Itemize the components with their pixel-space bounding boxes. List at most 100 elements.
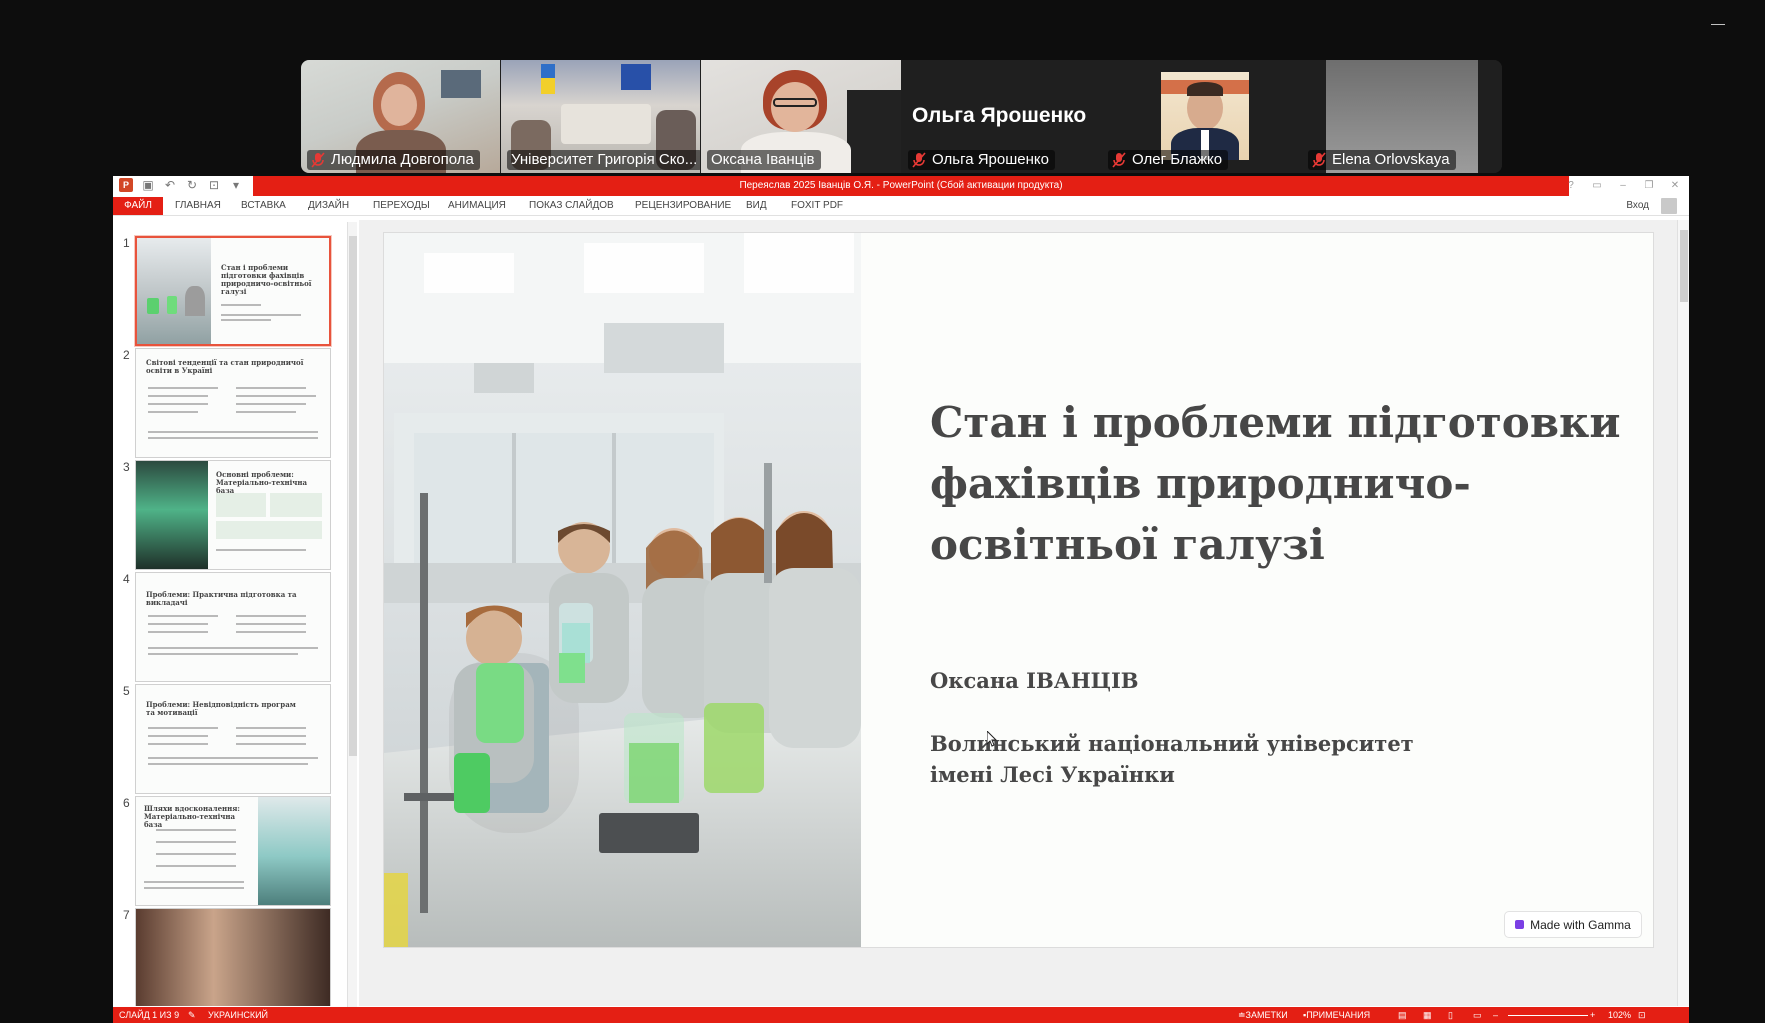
slide-thumbnail-7[interactable] [135, 908, 331, 1006]
window-restore-icon[interactable]: ❐ [1643, 178, 1655, 194]
gamma-badge-label: Made with Gamma [1530, 917, 1631, 932]
participant-name-tag: Людмила Довгопола [307, 150, 480, 170]
normal-view-icon[interactable]: ▤ [1398, 1007, 1407, 1023]
meeting-minimize-button[interactable]: — [1708, 16, 1728, 30]
slide-thumbnail-1[interactable]: Стан і проблеми підготовки фахівців прир… [135, 236, 331, 346]
window-minimize-icon[interactable]: – [1617, 178, 1629, 194]
mic-off-icon [311, 152, 325, 168]
thumbnail-number: 4 [123, 572, 130, 586]
thumbnails-scrollbar[interactable] [347, 222, 357, 1008]
help-icon[interactable]: ? [1565, 178, 1577, 194]
redo-icon[interactable]: ↻ [185, 178, 199, 192]
thumbnail-number: 2 [123, 348, 130, 362]
zoom-level[interactable]: 102% [1608, 1007, 1631, 1023]
window-title: Переяслав 2025 Іванців О.Я. - PowerPoint… [739, 180, 1063, 191]
participant-name-tag: Олег Блажко [1108, 150, 1229, 170]
slide-author[interactable]: Оксана ІВАНЦІВ [930, 668, 1139, 693]
made-with-gamma-badge[interactable]: Made with Gamma [1504, 911, 1642, 938]
participant-name-tag: Elena Orlovskaya [1308, 150, 1456, 170]
slide-thumbnails-pane: 1 Стан і проблеми підготовки фахівців пр… [113, 220, 359, 1006]
tab-transitions[interactable]: ПЕРЕХОДЫ [373, 196, 430, 216]
slide-thumbnail-6[interactable]: Шляхи вдосконалення: Матеріально-технічн… [135, 796, 331, 906]
spellcheck-icon[interactable]: ✎ [188, 1007, 196, 1023]
slide-counter: СЛАЙД 1 ИЗ 9 [119, 1010, 180, 1020]
current-slide[interactable]: Стан і проблеми підготовки фахівців прир… [383, 232, 1654, 948]
participant-tile[interactable]: Людмила Довгопола [301, 60, 500, 173]
language-indicator[interactable]: УКРАИНСКИЙ [208, 1007, 268, 1023]
sign-in-link[interactable]: Вход [1626, 196, 1649, 216]
undo-icon[interactable]: ↶ [163, 178, 177, 192]
thumbnail-number: 3 [123, 460, 130, 474]
powerpoint-logo-icon: P [119, 178, 133, 192]
reading-view-icon[interactable]: ▯ [1448, 1007, 1453, 1023]
slide-thumbnail-5[interactable]: Проблеми: Невідповідність програм та мот… [135, 684, 331, 794]
start-slideshow-icon[interactable]: ⊡ [207, 178, 221, 192]
tab-design[interactable]: ДИЗАЙН [308, 196, 349, 216]
mouse-cursor-icon [987, 731, 997, 747]
thumbnail-photo [258, 797, 330, 905]
ribbon-display-icon[interactable]: ▭ [1591, 178, 1603, 194]
slide-thumbnail-2[interactable]: Світові тенденції та стан природничої ос… [135, 348, 331, 458]
slide-sorter-icon[interactable]: ▦ [1423, 1007, 1432, 1023]
thumbnail-photo [137, 238, 211, 344]
tab-insert[interactable]: ВСТАВКА [241, 196, 286, 216]
participant-video [1161, 72, 1249, 160]
fit-to-window-icon[interactable]: ⊡ [1638, 1007, 1646, 1023]
participants-strip: Людмила Довгопола Університет Григорія С… [301, 60, 1502, 173]
participant-tile[interactable]: Олег Блажко [1102, 60, 1301, 173]
comments-button[interactable]: ▪ ПРИМЕЧАНИЯ [1303, 1007, 1370, 1023]
zoom-slider[interactable] [1508, 1015, 1588, 1016]
powerpoint-window: Переяслав 2025 Іванців О.Я. - PowerPoint… [113, 176, 1689, 1023]
mic-off-icon [1312, 152, 1326, 168]
notes-button[interactable]: ≐ ЗАМЕТКИ [1238, 1007, 1288, 1023]
thumbnail-number: 6 [123, 796, 130, 810]
slideshow-view-icon[interactable]: ▭ [1473, 1007, 1482, 1023]
window-controls: ? ▭ – ❐ ✕ [1565, 178, 1681, 194]
slide-scrollbar[interactable] [1677, 220, 1689, 1006]
thumbnail-photo [136, 461, 208, 569]
thumbnail-title: Стан і проблеми підготовки фахівців прир… [221, 263, 312, 296]
mic-off-icon [912, 152, 926, 168]
slide-university-line: Волинський національний університет [930, 731, 1414, 756]
ribbon-tabs: ФАЙЛ ГЛАВНАЯ ВСТАВКА ДИЗАЙН ПЕРЕХОДЫ АНИ… [113, 196, 1689, 216]
tab-view[interactable]: ВИД [746, 196, 767, 216]
participant-tile-active-speaker[interactable]: Оксана Іванців [701, 60, 901, 173]
thumbnail-number: 7 [123, 908, 130, 922]
participant-name-tag: Оксана Іванців [707, 150, 821, 170]
thumbnail-number: 1 [123, 236, 130, 250]
slide-university[interactable]: Волинський національний університет імен… [930, 728, 1550, 790]
laboratory-photo [384, 233, 861, 947]
customize-toolbar-icon[interactable]: ▾ [229, 178, 243, 192]
status-bar: СЛАЙД 1 ИЗ 9 ✎ УКРАИНСКИЙ ≐ ЗАМЕТКИ ▪ ПР… [113, 1007, 1689, 1023]
save-icon[interactable]: ▣ [141, 178, 155, 192]
participant-name-tag: Ольга Ярошенко [908, 150, 1055, 170]
slide-thumbnail-4[interactable]: Проблеми: Практична підготовка та виклад… [135, 572, 331, 682]
participant-tile[interactable]: Elena Orlovskaya [1302, 60, 1502, 173]
tab-file[interactable]: ФАЙЛ [113, 197, 163, 215]
tab-foxit-pdf[interactable]: FOXIT PDF [791, 196, 843, 216]
window-close-icon[interactable]: ✕ [1669, 178, 1681, 194]
user-avatar-icon[interactable] [1661, 198, 1677, 214]
thumbnail-number: 5 [123, 684, 130, 698]
slide-university-line: імені Лесі Українки [930, 762, 1175, 787]
participant-tile[interactable]: Ольга Ярошенко Ольга Ярошенко [902, 60, 1101, 173]
thumbnail-title: Світові тенденції та стан природничої ос… [146, 358, 304, 375]
tab-review[interactable]: РЕЦЕНЗИРОВАНИЕ [635, 196, 731, 216]
thumbnail-title: Основні проблеми: Матеріально-технічна б… [216, 470, 308, 495]
slide-editing-area: Стан і проблеми підготовки фахівців прир… [359, 220, 1677, 1006]
slide-title[interactable]: Стан і проблеми підготовки фахівців прир… [930, 392, 1630, 575]
participant-tile[interactable]: Університет Григорія Ско... [501, 60, 700, 173]
zoom-in-icon[interactable]: + [1590, 1007, 1595, 1023]
slide-photo-laboratory [384, 233, 861, 947]
participant-name-tag: Університет Григорія Ско... [507, 150, 700, 170]
quick-access-toolbar: P ▣ ↶ ↻ ⊡ ▾ [119, 178, 243, 192]
tab-slideshow[interactable]: ПОКАЗ СЛАЙДОВ [529, 196, 614, 216]
zoom-out-icon[interactable]: – [1493, 1007, 1498, 1023]
gamma-logo-icon [1515, 920, 1525, 929]
mic-off-icon [1112, 152, 1126, 168]
tab-home[interactable]: ГЛАВНАЯ [175, 196, 221, 216]
thumbnail-title: Проблеми: Невідповідність програм та мот… [146, 700, 296, 717]
thumbnail-title: Шляхи вдосконалення: Матеріально-технічн… [144, 804, 241, 829]
slide-thumbnail-3[interactable]: Основні проблеми: Матеріально-технічна б… [135, 460, 331, 570]
tab-animation[interactable]: АНИМАЦИЯ [448, 196, 506, 216]
